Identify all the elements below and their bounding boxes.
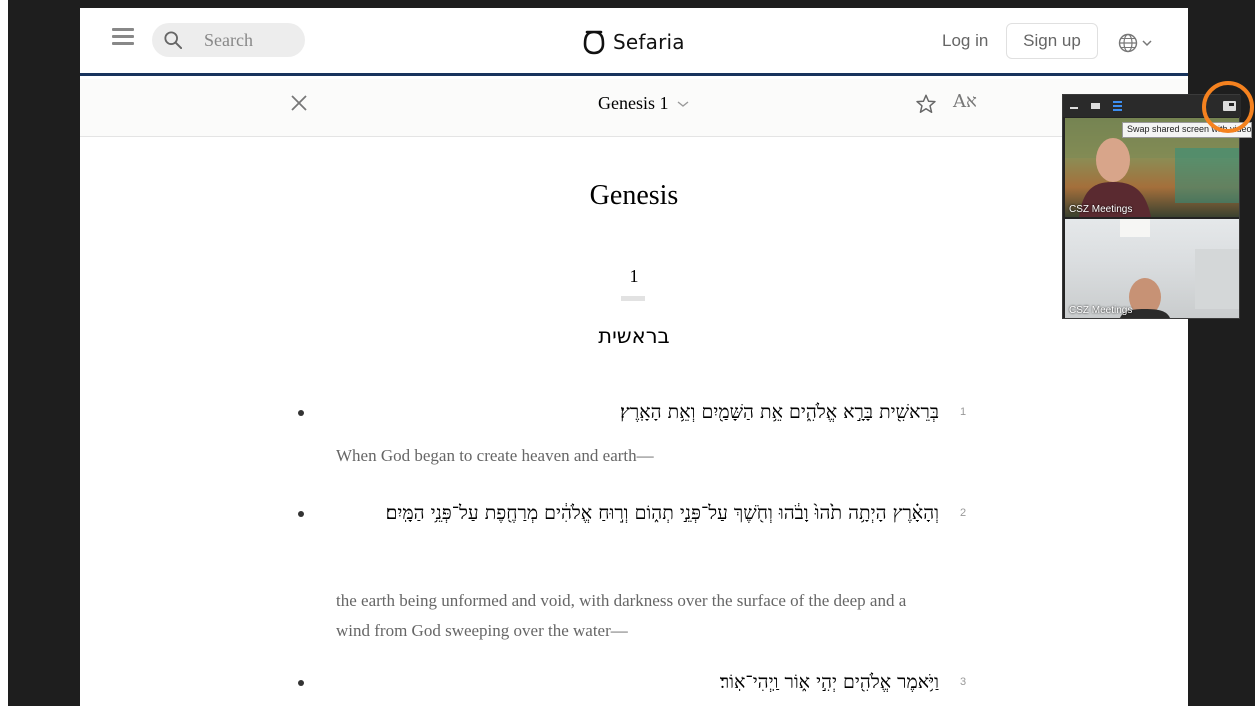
participant-video-tile[interactable]: CSZ Meetings: [1065, 219, 1239, 318]
reader-toolbar: Genesis 1 Aא: [80, 79, 1188, 137]
search-placeholder: Search: [204, 30, 253, 50]
reference-label: Genesis 1: [598, 93, 669, 113]
globe-icon: [1118, 33, 1138, 53]
close-icon[interactable]: [289, 93, 309, 113]
verse-bullet: [298, 680, 304, 686]
sefaria-logo-icon: [583, 30, 605, 55]
single-video-view-icon[interactable]: [1091, 103, 1100, 109]
verse-hebrew: וְהָאָ֗רֶץ הָיְתָ֥ה תֹ֙הוּ֙ וָבֹ֔הוּ וְח…: [385, 502, 939, 524]
verse-bullet: [298, 511, 304, 517]
signup-button[interactable]: Sign up: [1006, 23, 1098, 59]
verse-english: the earth being unformed and void, with …: [336, 591, 907, 640]
language-toggle-button[interactable]: Aא: [953, 91, 977, 112]
chapter-divider: [621, 296, 645, 301]
participant-name: CSZ Meetings: [1069, 305, 1133, 316]
language-menu[interactable]: [1118, 32, 1158, 54]
verse-number: 2: [960, 507, 967, 519]
menu-icon[interactable]: [112, 28, 134, 46]
participant-video-image: [1120, 219, 1239, 318]
logo-text: Sefaria: [613, 30, 685, 54]
minimize-icon[interactable]: [1070, 107, 1078, 109]
book-title: Genesis: [589, 180, 679, 211]
bookmark-star-icon[interactable]: [915, 93, 937, 115]
reference-selector[interactable]: Genesis 1: [598, 93, 689, 114]
verse-number: 3: [960, 676, 967, 688]
chevron-down-icon: [1142, 40, 1152, 47]
verse-english: When God began to create heaven and eart…: [336, 446, 654, 465]
verse-bullet: [298, 410, 304, 416]
chapter-number: 1: [629, 266, 639, 286]
verse-number: 1: [960, 406, 967, 418]
hebrew-book-heading: בראשית: [598, 324, 670, 348]
verse-hebrew: בְּרֵאשִׁ֖ית בָּרָ֣א אֱלֹהִ֑ים אֵ֥ת הַשָ…: [620, 401, 939, 423]
search-input[interactable]: Search: [152, 23, 305, 57]
letterbox-left: [0, 0, 80, 706]
login-link[interactable]: Log in: [942, 31, 988, 51]
sefaria-logo[interactable]: Sefaria: [583, 27, 685, 57]
screen-border-top: [0, 0, 1255, 8]
site-header: Search Sefaria Log in Sign up: [80, 8, 1188, 76]
highlight-ring-annotation: [1202, 81, 1254, 133]
search-icon: [164, 31, 182, 49]
chevron-down-icon: [677, 100, 688, 107]
participant-name: CSZ Meetings: [1069, 204, 1133, 215]
sefaria-app: Search Sefaria Log in Sign up Genesis 1 …: [80, 8, 1188, 706]
verse-hebrew: וַיֹּ֥אמֶר אֱלֹהִ֖ים יְהִ֣י א֑וֹר וַֽיְה…: [719, 671, 939, 693]
gallery-view-icon[interactable]: [1113, 101, 1122, 111]
screen-edge-left: [0, 0, 8, 706]
